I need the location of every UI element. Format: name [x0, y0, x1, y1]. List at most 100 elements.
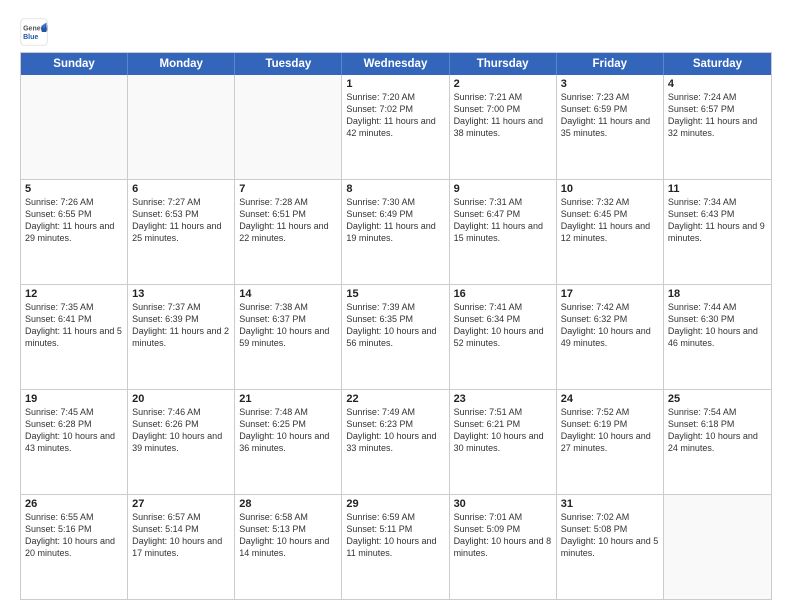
day-number: 28: [239, 498, 337, 510]
cell-text: Sunrise: 7:21 AM Sunset: 7:00 PM Dayligh…: [454, 91, 552, 140]
cell-text: Sunrise: 7:52 AM Sunset: 6:19 PM Dayligh…: [561, 406, 659, 455]
day-number: 21: [239, 393, 337, 405]
cell-text: Sunrise: 7:49 AM Sunset: 6:23 PM Dayligh…: [346, 406, 444, 455]
header-day-saturday: Saturday: [664, 53, 771, 75]
calendar-cell: 31Sunrise: 7:02 AM Sunset: 5:08 PM Dayli…: [557, 495, 664, 599]
cell-text: Sunrise: 6:59 AM Sunset: 5:11 PM Dayligh…: [346, 511, 444, 560]
day-number: 27: [132, 498, 230, 510]
cell-text: Sunrise: 7:46 AM Sunset: 6:26 PM Dayligh…: [132, 406, 230, 455]
cell-text: Sunrise: 7:41 AM Sunset: 6:34 PM Dayligh…: [454, 301, 552, 350]
day-number: 22: [346, 393, 444, 405]
calendar-cell: 20Sunrise: 7:46 AM Sunset: 6:26 PM Dayli…: [128, 390, 235, 494]
page: General Blue SundayMondayTuesdayWednesda…: [0, 0, 792, 612]
calendar-cell: 1Sunrise: 7:20 AM Sunset: 7:02 PM Daylig…: [342, 75, 449, 179]
cell-text: Sunrise: 7:48 AM Sunset: 6:25 PM Dayligh…: [239, 406, 337, 455]
day-number: 10: [561, 183, 659, 195]
header-day-wednesday: Wednesday: [342, 53, 449, 75]
cell-text: Sunrise: 7:26 AM Sunset: 6:55 PM Dayligh…: [25, 196, 123, 245]
cell-text: Sunrise: 7:23 AM Sunset: 6:59 PM Dayligh…: [561, 91, 659, 140]
calendar-cell: 17Sunrise: 7:42 AM Sunset: 6:32 PM Dayli…: [557, 285, 664, 389]
header: General Blue: [20, 18, 772, 46]
cell-text: Sunrise: 7:32 AM Sunset: 6:45 PM Dayligh…: [561, 196, 659, 245]
calendar-cell: 21Sunrise: 7:48 AM Sunset: 6:25 PM Dayli…: [235, 390, 342, 494]
cell-text: Sunrise: 7:24 AM Sunset: 6:57 PM Dayligh…: [668, 91, 767, 140]
cell-text: Sunrise: 7:39 AM Sunset: 6:35 PM Dayligh…: [346, 301, 444, 350]
calendar-cell: 29Sunrise: 6:59 AM Sunset: 5:11 PM Dayli…: [342, 495, 449, 599]
calendar-cell: 13Sunrise: 7:37 AM Sunset: 6:39 PM Dayli…: [128, 285, 235, 389]
cell-text: Sunrise: 7:31 AM Sunset: 6:47 PM Dayligh…: [454, 196, 552, 245]
calendar-cell: 10Sunrise: 7:32 AM Sunset: 6:45 PM Dayli…: [557, 180, 664, 284]
calendar-cell: 16Sunrise: 7:41 AM Sunset: 6:34 PM Dayli…: [450, 285, 557, 389]
header-day-friday: Friday: [557, 53, 664, 75]
cell-text: Sunrise: 6:57 AM Sunset: 5:14 PM Dayligh…: [132, 511, 230, 560]
calendar-cell: 5Sunrise: 7:26 AM Sunset: 6:55 PM Daylig…: [21, 180, 128, 284]
calendar-cell: 4Sunrise: 7:24 AM Sunset: 6:57 PM Daylig…: [664, 75, 771, 179]
calendar-cell: 26Sunrise: 6:55 AM Sunset: 5:16 PM Dayli…: [21, 495, 128, 599]
calendar-cell: [235, 75, 342, 179]
day-number: 17: [561, 288, 659, 300]
day-number: 7: [239, 183, 337, 195]
logo-icon: General Blue: [20, 18, 48, 46]
calendar-cell: [21, 75, 128, 179]
cell-text: Sunrise: 7:20 AM Sunset: 7:02 PM Dayligh…: [346, 91, 444, 140]
calendar-cell: 11Sunrise: 7:34 AM Sunset: 6:43 PM Dayli…: [664, 180, 771, 284]
calendar-cell: 2Sunrise: 7:21 AM Sunset: 7:00 PM Daylig…: [450, 75, 557, 179]
day-number: 4: [668, 78, 767, 90]
day-number: 26: [25, 498, 123, 510]
calendar-cell: 3Sunrise: 7:23 AM Sunset: 6:59 PM Daylig…: [557, 75, 664, 179]
calendar-cell: 25Sunrise: 7:54 AM Sunset: 6:18 PM Dayli…: [664, 390, 771, 494]
cell-text: Sunrise: 6:55 AM Sunset: 5:16 PM Dayligh…: [25, 511, 123, 560]
cell-text: Sunrise: 7:28 AM Sunset: 6:51 PM Dayligh…: [239, 196, 337, 245]
day-number: 31: [561, 498, 659, 510]
day-number: 23: [454, 393, 552, 405]
calendar-cell: [128, 75, 235, 179]
cell-text: Sunrise: 7:01 AM Sunset: 5:09 PM Dayligh…: [454, 511, 552, 560]
day-number: 12: [25, 288, 123, 300]
cell-text: Sunrise: 7:34 AM Sunset: 6:43 PM Dayligh…: [668, 196, 767, 245]
header-day-sunday: Sunday: [21, 53, 128, 75]
cell-text: Sunrise: 7:35 AM Sunset: 6:41 PM Dayligh…: [25, 301, 123, 350]
day-number: 11: [668, 183, 767, 195]
calendar-cell: 30Sunrise: 7:01 AM Sunset: 5:09 PM Dayli…: [450, 495, 557, 599]
cell-text: Sunrise: 7:44 AM Sunset: 6:30 PM Dayligh…: [668, 301, 767, 350]
cell-text: Sunrise: 7:38 AM Sunset: 6:37 PM Dayligh…: [239, 301, 337, 350]
cell-text: Sunrise: 7:27 AM Sunset: 6:53 PM Dayligh…: [132, 196, 230, 245]
cell-text: Sunrise: 7:42 AM Sunset: 6:32 PM Dayligh…: [561, 301, 659, 350]
calendar-cell: 7Sunrise: 7:28 AM Sunset: 6:51 PM Daylig…: [235, 180, 342, 284]
calendar-cell: 14Sunrise: 7:38 AM Sunset: 6:37 PM Dayli…: [235, 285, 342, 389]
calendar-cell: 9Sunrise: 7:31 AM Sunset: 6:47 PM Daylig…: [450, 180, 557, 284]
day-number: 8: [346, 183, 444, 195]
cell-text: Sunrise: 7:51 AM Sunset: 6:21 PM Dayligh…: [454, 406, 552, 455]
day-number: 5: [25, 183, 123, 195]
calendar-row-3: 19Sunrise: 7:45 AM Sunset: 6:28 PM Dayli…: [21, 390, 771, 495]
calendar-cell: [664, 495, 771, 599]
calendar: SundayMondayTuesdayWednesdayThursdayFrid…: [20, 52, 772, 600]
calendar-row-4: 26Sunrise: 6:55 AM Sunset: 5:16 PM Dayli…: [21, 495, 771, 599]
day-number: 1: [346, 78, 444, 90]
header-day-tuesday: Tuesday: [235, 53, 342, 75]
svg-text:Blue: Blue: [23, 34, 38, 41]
day-number: 29: [346, 498, 444, 510]
calendar-cell: 28Sunrise: 6:58 AM Sunset: 5:13 PM Dayli…: [235, 495, 342, 599]
cell-text: Sunrise: 7:30 AM Sunset: 6:49 PM Dayligh…: [346, 196, 444, 245]
calendar-cell: 27Sunrise: 6:57 AM Sunset: 5:14 PM Dayli…: [128, 495, 235, 599]
calendar-header: SundayMondayTuesdayWednesdayThursdayFrid…: [21, 53, 771, 75]
header-day-thursday: Thursday: [450, 53, 557, 75]
day-number: 2: [454, 78, 552, 90]
logo: General Blue: [20, 18, 52, 46]
cell-text: Sunrise: 7:45 AM Sunset: 6:28 PM Dayligh…: [25, 406, 123, 455]
day-number: 30: [454, 498, 552, 510]
calendar-cell: 12Sunrise: 7:35 AM Sunset: 6:41 PM Dayli…: [21, 285, 128, 389]
calendar-cell: 19Sunrise: 7:45 AM Sunset: 6:28 PM Dayli…: [21, 390, 128, 494]
day-number: 16: [454, 288, 552, 300]
day-number: 6: [132, 183, 230, 195]
calendar-cell: 18Sunrise: 7:44 AM Sunset: 6:30 PM Dayli…: [664, 285, 771, 389]
day-number: 13: [132, 288, 230, 300]
day-number: 20: [132, 393, 230, 405]
cell-text: Sunrise: 6:58 AM Sunset: 5:13 PM Dayligh…: [239, 511, 337, 560]
calendar-cell: 23Sunrise: 7:51 AM Sunset: 6:21 PM Dayli…: [450, 390, 557, 494]
header-day-monday: Monday: [128, 53, 235, 75]
calendar-row-1: 5Sunrise: 7:26 AM Sunset: 6:55 PM Daylig…: [21, 180, 771, 285]
calendar-row-2: 12Sunrise: 7:35 AM Sunset: 6:41 PM Dayli…: [21, 285, 771, 390]
day-number: 3: [561, 78, 659, 90]
